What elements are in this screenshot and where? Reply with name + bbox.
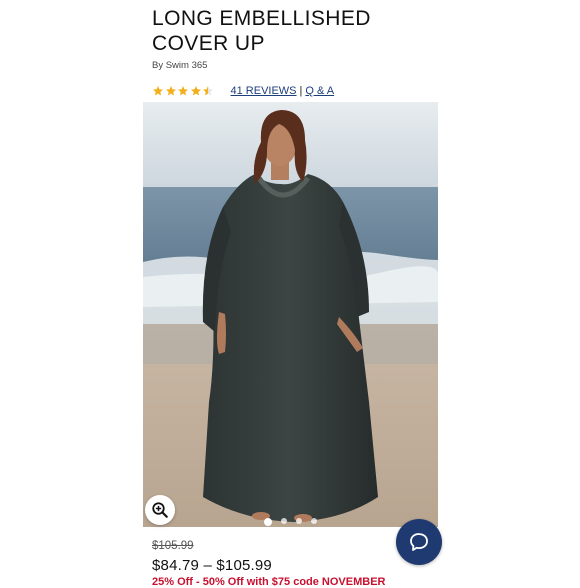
chat-button[interactable] — [396, 519, 442, 565]
star-icon — [178, 86, 188, 96]
zoom-button[interactable] — [145, 495, 175, 525]
original-price: $105.99 — [152, 540, 194, 552]
zoom-in-icon — [152, 502, 168, 518]
brand-link[interactable]: By Swim 365 — [152, 60, 207, 71]
promo-message: 25% Off - 50% Off with $75 code NOVEMBER — [152, 576, 386, 588]
separator: | — [299, 85, 303, 97]
carousel-dot[interactable] — [296, 518, 302, 524]
product-title: LONG EMBELLISHED COVER UP — [152, 6, 452, 56]
qa-link[interactable]: Q & A — [305, 85, 334, 97]
title-line-2: COVER UP — [152, 32, 265, 55]
carousel-dot[interactable] — [281, 518, 287, 524]
carousel-dot[interactable] — [264, 518, 272, 526]
carousel-dot[interactable] — [311, 518, 317, 524]
star-icon — [153, 86, 163, 96]
rating-row: 41 REVIEWS | Q & A — [152, 84, 334, 98]
beach-model-photo — [143, 102, 438, 527]
reviews-link[interactable]: 41 REVIEWS — [231, 85, 297, 97]
half-star-icon — [203, 86, 213, 96]
sale-price-range: $84.79 – $105.99 — [152, 557, 272, 574]
title-line-1: LONG EMBELLISHED — [152, 7, 371, 30]
carousel-indicators — [264, 518, 317, 526]
product-image[interactable] — [143, 102, 438, 527]
star-icon — [165, 86, 176, 96]
star-rating[interactable] — [152, 85, 215, 97]
chat-bubble-icon — [410, 533, 428, 551]
star-icon — [190, 86, 201, 96]
